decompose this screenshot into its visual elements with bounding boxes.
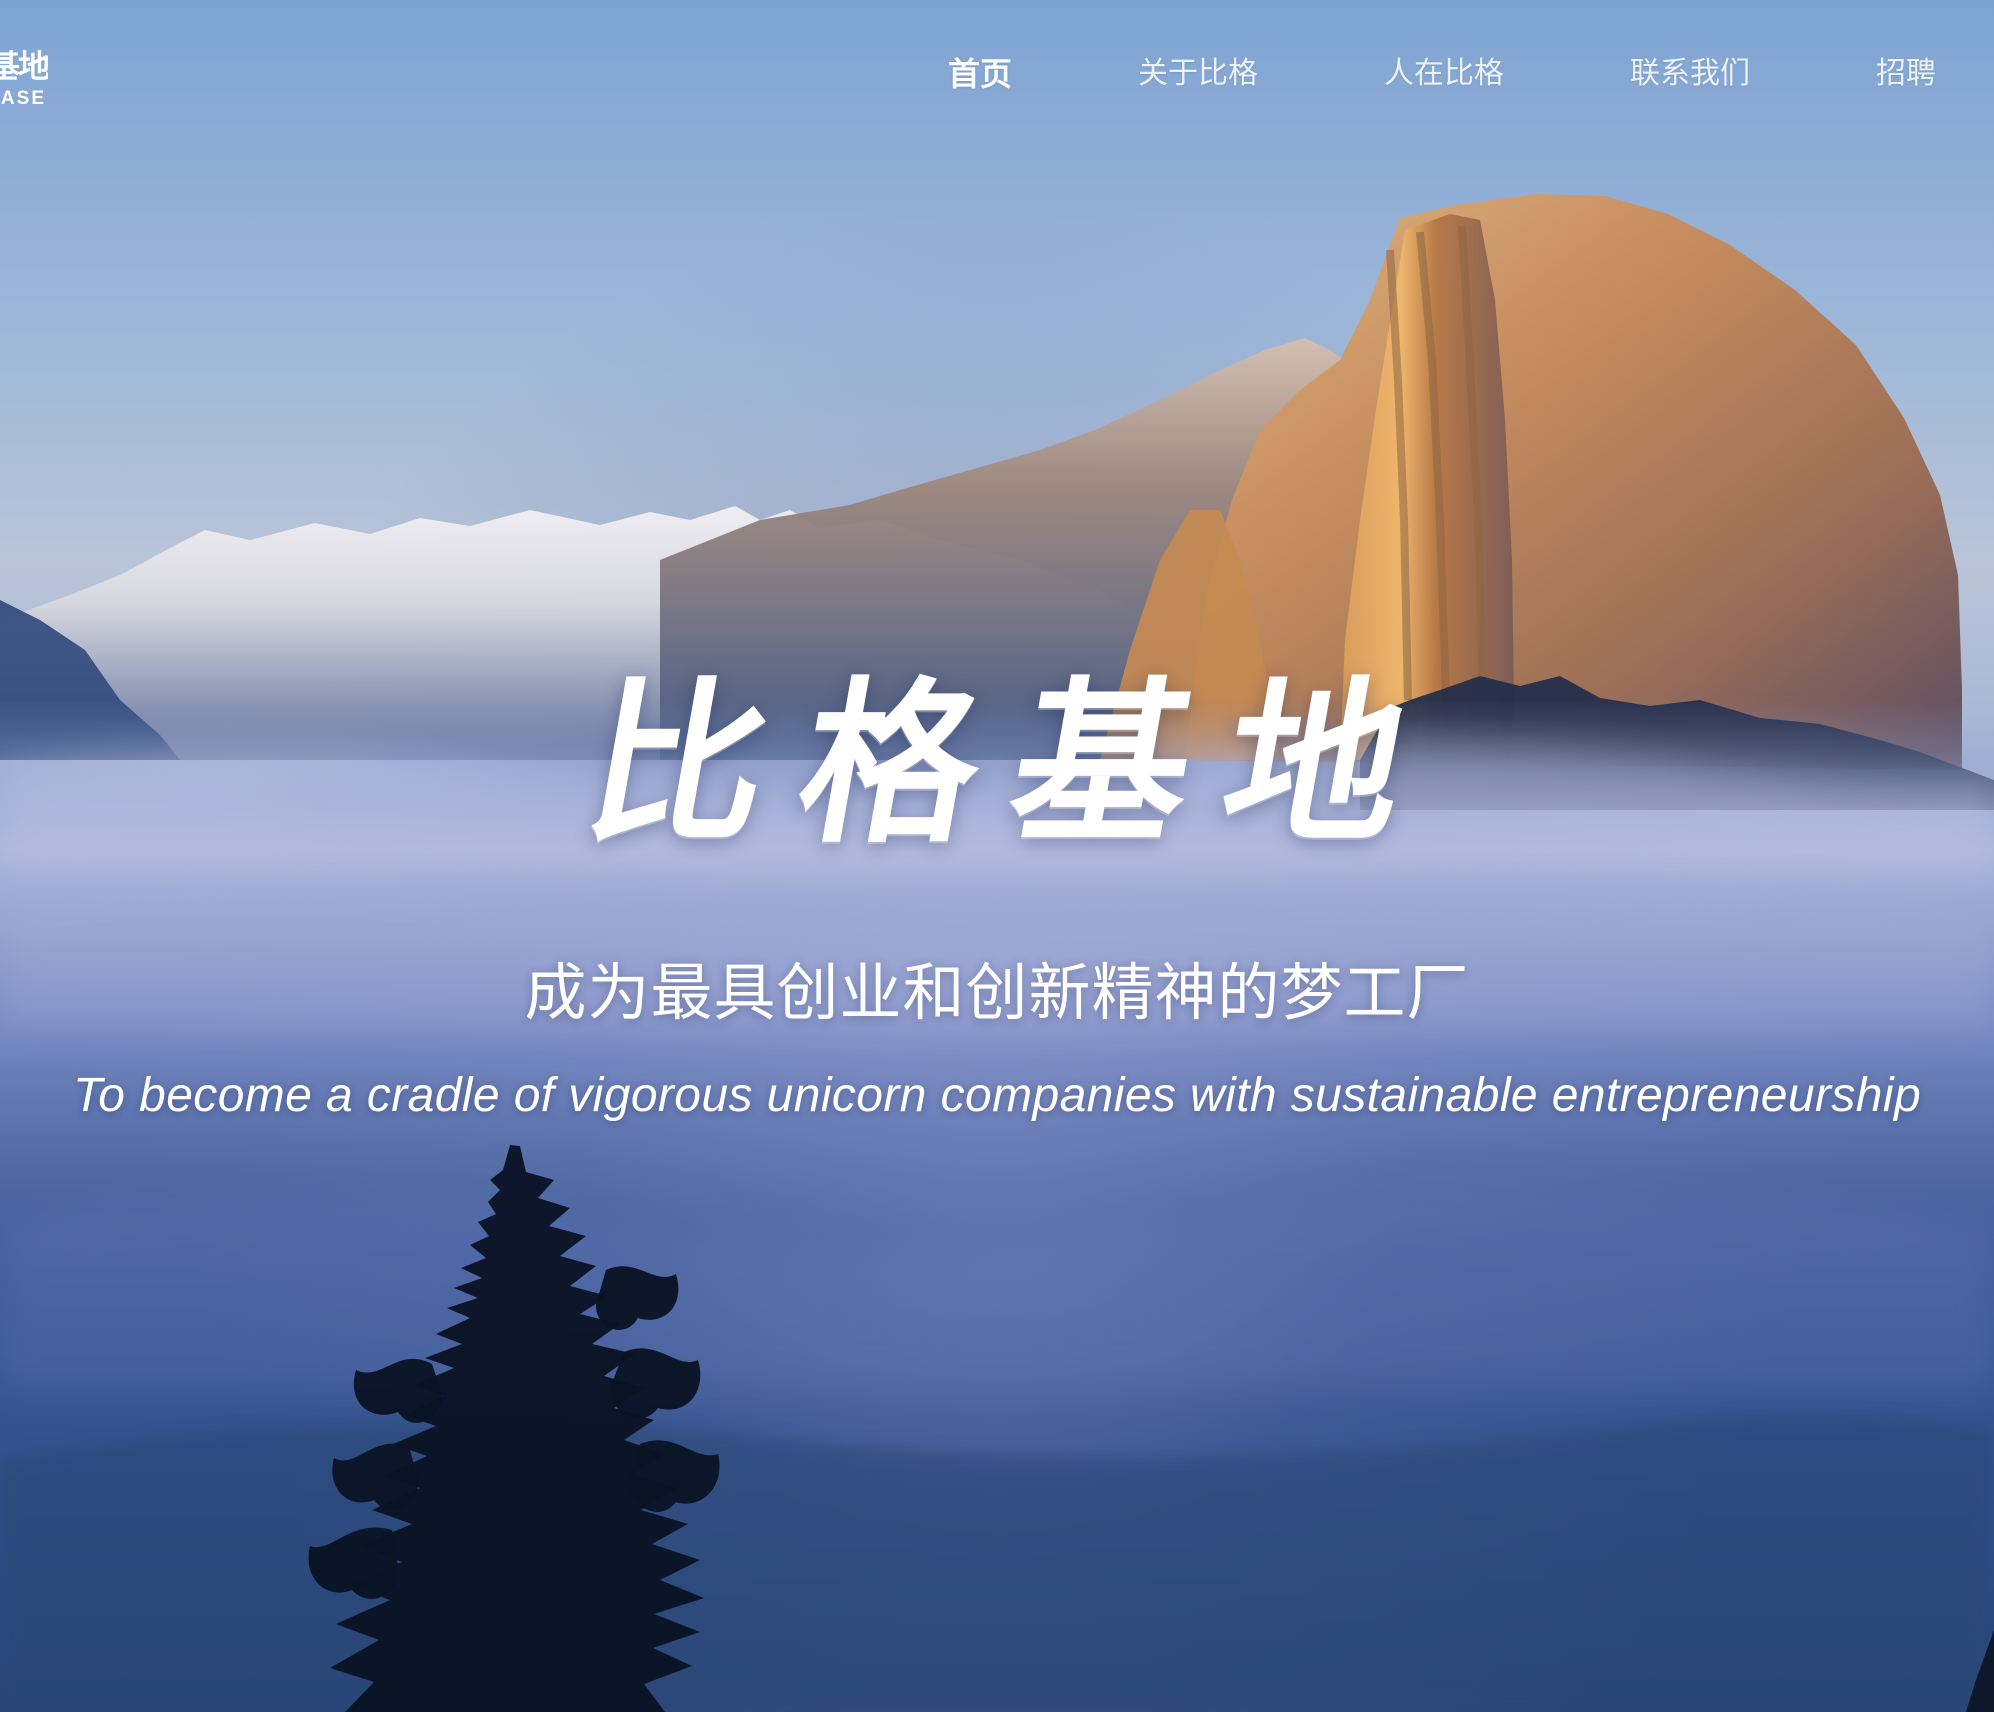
bottom-haze xyxy=(0,1416,1994,1712)
hero-section: 基地 BASE 首页 关于比格 人在比格 联系我们 招聘 比格基地 成为最具创业… xyxy=(0,0,1994,1712)
hero-subtitle-english: To become a cradle of vigorous unicorn c… xyxy=(72,1069,1922,1122)
top-navigation: 基地 BASE 首页 关于比格 人在比格 联系我们 招聘 xyxy=(0,0,1994,160)
nav-item-about-bige[interactable]: 关于比格 xyxy=(1138,59,1258,89)
hero-title: 比格基地 xyxy=(572,660,1458,867)
main-menu: 首页 关于比格 人在比格 联系我们 招聘 xyxy=(948,58,1936,90)
logo-chinese-text: 基地 xyxy=(0,50,48,85)
logo-english-text: BASE xyxy=(0,88,46,109)
brand-logo[interactable]: 基地 BASE xyxy=(0,50,48,112)
nav-item-people-at-bige[interactable]: 人在比格 xyxy=(1384,59,1504,89)
nav-item-careers[interactable]: 招聘 xyxy=(1876,59,1936,89)
nav-item-home[interactable]: 首页 xyxy=(948,58,1012,90)
nav-item-contact-us[interactable]: 联系我们 xyxy=(1630,59,1750,89)
hero-subtitle-chinese: 成为最具创业和创新精神的梦工厂 xyxy=(524,959,1470,1028)
hero-title-wrapper: 比格基地 xyxy=(0,660,1994,867)
